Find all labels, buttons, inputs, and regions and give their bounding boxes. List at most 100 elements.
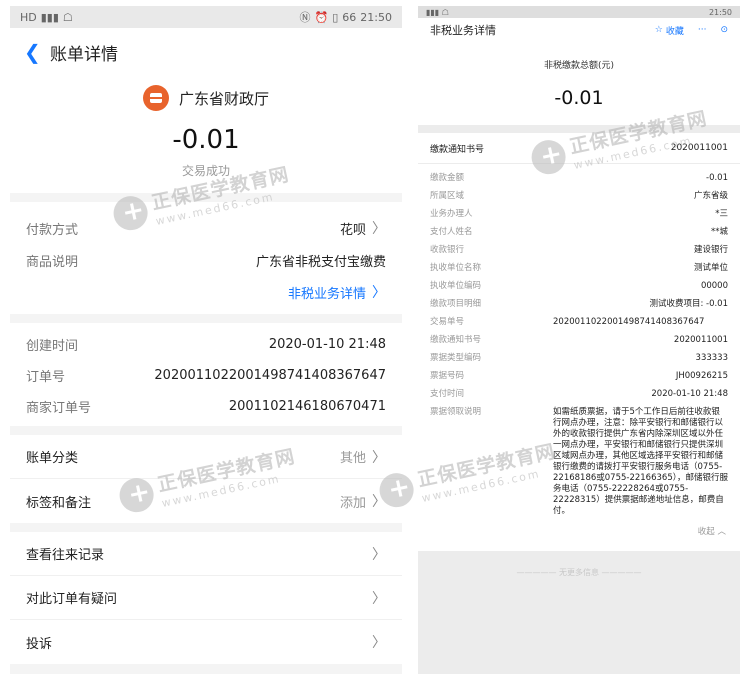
order-no-row: 订单号 2020011022001498741408367647 <box>10 360 402 391</box>
pay-method-value: 花呗 <box>339 222 366 238</box>
bill-amount: -0.01 <box>172 125 240 155</box>
page-title: 账单详情 <box>50 44 118 65</box>
back-arrow-icon[interactable]: ❮ <box>24 40 50 64</box>
trade-no-value: 2020011022001498741408367647 <box>553 317 705 327</box>
tags-label: 标签和备注 <box>26 495 92 511</box>
list-item: 执收单位名称 测试单位 <box>418 260 740 278</box>
complaint-label: 投诉 <box>26 636 53 652</box>
created-label: 创建时间 <box>26 339 79 354</box>
category-row[interactable]: 账单分类 其他〉 <box>10 435 402 479</box>
item-label: 执收单位编码 <box>430 281 482 291</box>
signal-icons: HD ▮▮▮ ☖ <box>20 10 73 24</box>
item-label: 业务办理人 <box>430 209 473 219</box>
merchant-order-label: 商家订单号 <box>26 401 92 416</box>
tags-row[interactable]: 标签和备注 添加〉 <box>10 479 402 523</box>
notice-row: 缴款通知书号 2020011001 <box>418 133 740 163</box>
order-no-value: 2020011022001498741408367647 <box>154 368 386 383</box>
item-value: JH00926215 <box>675 371 728 381</box>
list-item: 缴款金额 -0.01 <box>418 170 740 188</box>
complaint-row[interactable]: 投诉 〉 <box>10 620 402 664</box>
chevron-right-icon: 〉 <box>372 221 386 237</box>
pay-method-label: 付款方式 <box>26 222 79 238</box>
list-item: 缴款通知书号 2020011001 <box>418 332 740 350</box>
tags-value: 添加 <box>339 495 366 511</box>
item-label: 执收单位名称 <box>430 263 482 273</box>
item-value: 00000 <box>700 281 728 291</box>
item-label: 缴款通知书号 <box>430 335 482 345</box>
category-section: 账单分类 其他〉 标签和备注 添加〉 <box>10 435 402 523</box>
more-button[interactable]: ··· <box>698 25 707 35</box>
category-label: 账单分类 <box>26 451 79 466</box>
list-item: 业务办理人 *三 <box>418 206 740 224</box>
item-label: 收款银行 <box>430 245 465 255</box>
receipt-value: 如需纸质票据，请于5个工作日后前往收款银行网点办理，注意：除平安银行和邮储银行以… <box>553 407 728 516</box>
list-item: 支付时间 2020-01-10 21:48 <box>418 386 740 404</box>
page-title: 非税业务详情 <box>430 24 496 37</box>
chevron-right-icon: 〉 <box>372 635 386 651</box>
status-bar: HD ▮▮▮ ☖ Ⓝ ⏰ ▯ 66 21:50 <box>10 6 402 28</box>
list-item: 票据领取说明 如需纸质票据，请于5个工作日后前往收款银行网点办理，注意：除平安银行… <box>418 404 740 517</box>
item-label: 缴款金额 <box>430 173 465 183</box>
battery-level: 66 <box>342 10 357 24</box>
chevron-right-icon: 〉 <box>372 449 386 466</box>
no-more-info: ————— 无更多信息 ————— <box>516 568 642 577</box>
list-item: 缴款项目明细 测试收费项目: -0.01 <box>418 296 740 314</box>
page-header: ❮ 账单详情 <box>10 28 402 76</box>
notice-section: 缴款通知书号 2020011001 <box>418 133 740 163</box>
item-value: 2020-01-10 21:48 <box>651 389 728 399</box>
list-item: 票据号码 JH00926215 <box>418 368 740 386</box>
favorite-label: 收藏 <box>665 26 684 37</box>
item-label: 票据类型编码 <box>430 353 482 363</box>
detail-link[interactable]: 非税业务详情 <box>288 283 366 302</box>
item-value: 测试单位 <box>693 263 728 273</box>
favorite-button[interactable]: ☆ 收藏 <box>655 24 684 37</box>
goods-label: 商品说明 <box>26 254 79 270</box>
item-label: 支付时间 <box>430 389 465 399</box>
notice-label: 缴款通知书号 <box>430 144 485 155</box>
alarm-icon: ⏰ <box>314 10 329 24</box>
trade-no-label: 交易单号 <box>430 317 465 327</box>
trade-status: 交易成功 <box>181 164 230 178</box>
item-label: 所属区域 <box>430 191 465 201</box>
history-row[interactable]: 查看往来记录 〉 <box>10 532 402 576</box>
notice-value: 2020011001 <box>670 143 728 153</box>
total-amount: -0.01 <box>554 87 604 109</box>
order-no-label: 订单号 <box>26 370 66 385</box>
merchant-line: 广东省财政厅 <box>10 82 402 114</box>
list-item: 所属区域 广东省级 <box>418 188 740 206</box>
item-label: 票据号码 <box>430 371 465 381</box>
left-phone-screen: HD ▮▮▮ ☖ Ⓝ ⏰ ▯ 66 21:50 ❮ 账单详情 广东省财政厅 -0.0… <box>10 6 402 674</box>
total-summary: 非税缴款总额(元) -0.01 <box>418 42 740 125</box>
list-item: 执收单位编码 00000 <box>418 278 740 296</box>
actions-section: 查看往来记录 〉 对此订单有疑问 〉 投诉 〉 <box>10 532 402 664</box>
list-item: 票据类型编码 333333 <box>418 350 740 368</box>
chevron-right-icon: 〉 <box>372 285 386 301</box>
chevron-right-icon: 〉 <box>372 494 386 510</box>
list-item: 收款银行 建设银行 <box>418 242 740 260</box>
detail-list: 缴款金额 -0.01 所属区域 广东省级 业务办理人 *三 支付人姓名 **城 收款银行… <box>418 164 740 551</box>
payment-info-section: 付款方式 花呗〉 商品说明 广东省非税支付宝缴费 非税业务详情〉 <box>10 202 402 314</box>
status-bar: ▮▮▮ ☖ 21:50 <box>418 6 740 18</box>
merchant-logo-icon <box>142 85 169 111</box>
item-value: 建设银行 <box>693 245 728 255</box>
collapse-button[interactable]: 收起 ︿ <box>418 517 740 547</box>
merchant-order-row: 商家订单号 2001102146180670471 <box>10 391 402 422</box>
item-value: **城 <box>710 227 728 237</box>
star-icon: ☆ <box>654 25 663 35</box>
item-label: 支付人姓名 <box>430 227 473 237</box>
receipt-label: 票据领取说明 <box>430 407 482 417</box>
chevron-right-icon: 〉 <box>372 590 386 607</box>
question-row[interactable]: 对此订单有疑问 〉 <box>10 576 402 620</box>
status-right: Ⓝ ⏰ ▯ 66 21:50 <box>300 9 392 25</box>
screenshot-canvas: HD ▮▮▮ ☖ Ⓝ ⏰ ▯ 66 21:50 ❮ 账单详情 广东省财政厅 -0.0… <box>0 0 748 679</box>
detail-link-row[interactable]: 非税业务详情〉 <box>10 276 402 308</box>
created-value: 2020-01-10 21:48 <box>268 337 386 352</box>
merchant-name: 广东省财政厅 <box>178 89 269 108</box>
pay-method-row[interactable]: 付款方式 花呗〉 <box>10 212 402 244</box>
item-value: -0.01 <box>706 173 728 183</box>
item-value: 测试收费项目: -0.01 <box>649 299 728 309</box>
order-info-section: 创建时间 2020-01-10 21:48 订单号 20200110220014… <box>10 323 402 426</box>
total-caption: 非税缴款总额(元) <box>543 61 615 71</box>
item-label: 缴款项目明细 <box>430 299 482 309</box>
close-icon[interactable]: ⊙ <box>720 25 728 35</box>
